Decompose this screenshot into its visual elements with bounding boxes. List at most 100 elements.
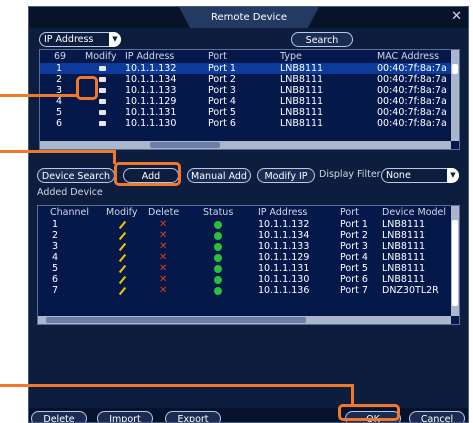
scroll-thumb[interactable] — [150, 142, 220, 148]
row-number: 6 — [56, 118, 63, 129]
row-port: Port 5 — [340, 263, 368, 274]
table-row[interactable]: 2 10.1.1.134 Port 2 LNB8111 00:40:7f:8a:7a — [40, 74, 451, 85]
row-ip: 10.1.1.136 — [258, 285, 310, 296]
camera-icon[interactable] — [99, 121, 106, 126]
camera-icon[interactable] — [99, 110, 106, 115]
row-port: Port 3 — [208, 85, 236, 96]
camera-icon[interactable] — [99, 99, 106, 104]
added-vertical-scrollbar[interactable] — [451, 206, 459, 316]
display-filter-select[interactable]: None ▼ — [381, 168, 459, 183]
row-mac: 00:40:7f:8a:7a — [377, 118, 447, 129]
callout-ok-box — [338, 404, 400, 421]
title-bar: Remote Device ✕ — [29, 7, 468, 28]
row-ip: 10.1.1.134 — [258, 230, 310, 241]
delete-button[interactable]: Delete — [31, 411, 87, 422]
added-device-label: Added Device — [37, 187, 103, 198]
delete-x-icon[interactable]: ✕ — [159, 220, 167, 230]
table-row[interactable]: 2 ✕ 10.1.1.134 Port 2 LNB8111 — [38, 230, 451, 241]
row-channel: 5 — [52, 263, 59, 274]
delete-x-icon[interactable]: ✕ — [159, 242, 167, 252]
row-type: LNB8111 — [280, 63, 324, 74]
row-type: LNB8111 — [280, 118, 324, 129]
table-row[interactable]: 3 10.1.1.133 Port 3 LNB8111 00:40:7f:8a:7a — [40, 85, 451, 96]
row-port: Port 4 — [208, 96, 236, 107]
pencil-icon[interactable] — [118, 275, 127, 285]
row-ip: 10.1.1.131 — [258, 263, 310, 274]
pencil-icon[interactable] — [118, 286, 127, 296]
camera-icon[interactable] — [99, 77, 106, 82]
table-row[interactable]: 6 10.1.1.130 Port 6 LNB8111 00:40:7f:8a:7a — [40, 118, 451, 129]
export-button[interactable]: Export — [165, 411, 221, 422]
table-row[interactable]: 5 10.1.1.131 Port 5 LNB8111 00:40:7f:8a:7a — [40, 107, 451, 118]
search-button[interactable]: Search — [291, 32, 353, 47]
callout-add-box — [114, 162, 181, 186]
close-icon[interactable]: ✕ — [451, 10, 462, 24]
scroll-thumb[interactable] — [46, 317, 306, 323]
row-ip: 10.1.1.133 — [258, 241, 310, 252]
row-ip: 10.1.1.134 — [125, 74, 177, 85]
table-row[interactable]: 6 ✕ 10.1.1.130 Port 6 LNB8111 — [38, 274, 451, 285]
import-button[interactable]: Import — [97, 411, 153, 422]
display-filter-value: None — [386, 170, 411, 181]
col-type: Type — [280, 51, 302, 62]
row-port: Port 4 — [340, 252, 368, 263]
pencil-icon[interactable] — [118, 220, 127, 230]
delete-x-icon[interactable]: ✕ — [159, 253, 167, 263]
row-model: LNB8111 — [382, 241, 426, 252]
row-channel: 6 — [52, 274, 59, 285]
table-row[interactable]: 1 10.1.1.132 Port 1 LNB8111 00:40:7f:8a:7a — [40, 63, 451, 74]
delete-x-icon[interactable]: ✕ — [159, 264, 167, 274]
row-port: Port 1 — [208, 63, 236, 74]
camera-icon[interactable] — [99, 66, 106, 71]
row-ip: 10.1.1.133 — [125, 85, 177, 96]
row-port: Port 7 — [340, 285, 368, 296]
scroll-thumb[interactable] — [452, 64, 458, 74]
manual-add-button[interactable]: Manual Add — [187, 168, 251, 183]
pencil-icon[interactable] — [118, 242, 127, 252]
delete-x-icon[interactable]: ✕ — [159, 275, 167, 285]
device-search-button[interactable]: Device Search — [37, 168, 115, 183]
status-online-icon — [214, 243, 222, 251]
row-channel: 4 — [52, 252, 59, 263]
row-port: Port 6 — [208, 118, 236, 129]
scroll-thumb[interactable] — [452, 220, 458, 306]
cancel-button[interactable]: Cancel — [409, 411, 465, 422]
added-table-header: Channel Modify Delete Status IP Address … — [38, 206, 459, 218]
row-ip: 10.1.1.132 — [125, 63, 177, 74]
delete-x-icon[interactable]: ✕ — [159, 231, 167, 241]
col-channel: Channel — [50, 207, 90, 218]
added-horizontal-scrollbar[interactable] — [38, 316, 451, 324]
search-horizontal-scrollbar[interactable] — [40, 141, 451, 149]
chevron-down-icon: ▼ — [447, 168, 459, 183]
pencil-icon[interactable] — [118, 264, 127, 274]
search-vertical-scrollbar[interactable] — [451, 50, 459, 141]
row-mac: 00:40:7f:8a:7a — [377, 85, 447, 96]
row-channel: 1 — [52, 219, 59, 230]
row-channel: 2 — [52, 230, 59, 241]
display-filter-label: Display Filter — [319, 169, 381, 180]
table-row[interactable]: 4 ✕ 10.1.1.129 Port 4 LNB8111 — [38, 252, 451, 263]
modify-ip-button[interactable]: Modify IP — [257, 168, 315, 183]
row-mac: 00:40:7f:8a:7a — [377, 96, 447, 107]
remote-device-dialog: Remote Device ✕ IP Address ▼ Search 69 M… — [28, 6, 469, 423]
pencil-icon[interactable] — [118, 253, 127, 263]
row-channel: 7 — [52, 285, 59, 296]
table-row[interactable]: 7 ✕ 10.1.1.136 Port 7 DNZ30TL2R — [38, 285, 451, 296]
status-online-icon — [214, 232, 222, 240]
callout-line-add — [0, 150, 116, 153]
table-row[interactable]: 5 ✕ 10.1.1.131 Port 5 LNB8111 — [38, 263, 451, 274]
row-mac: 00:40:7f:8a:7a — [377, 74, 447, 85]
pencil-icon[interactable] — [118, 231, 127, 241]
row-number: 4 — [56, 96, 63, 107]
table-row[interactable]: 1 ✕ 10.1.1.132 Port 1 LNB8111 — [38, 219, 451, 230]
result-count: 69 — [54, 51, 67, 62]
row-port: Port 2 — [208, 74, 236, 85]
row-model: LNB8111 — [382, 263, 426, 274]
delete-x-icon[interactable]: ✕ — [159, 286, 167, 296]
camera-icon[interactable] — [99, 88, 106, 93]
search-filter-select[interactable]: IP Address ▼ — [39, 32, 121, 47]
table-row[interactable]: 3 ✕ 10.1.1.133 Port 3 LNB8111 — [38, 241, 451, 252]
table-row[interactable]: 4 10.1.1.129 Port 4 LNB8111 00:40:7f:8a:7a — [40, 96, 451, 107]
callout-modify-box — [76, 76, 98, 100]
row-type: LNB8111 — [280, 96, 324, 107]
